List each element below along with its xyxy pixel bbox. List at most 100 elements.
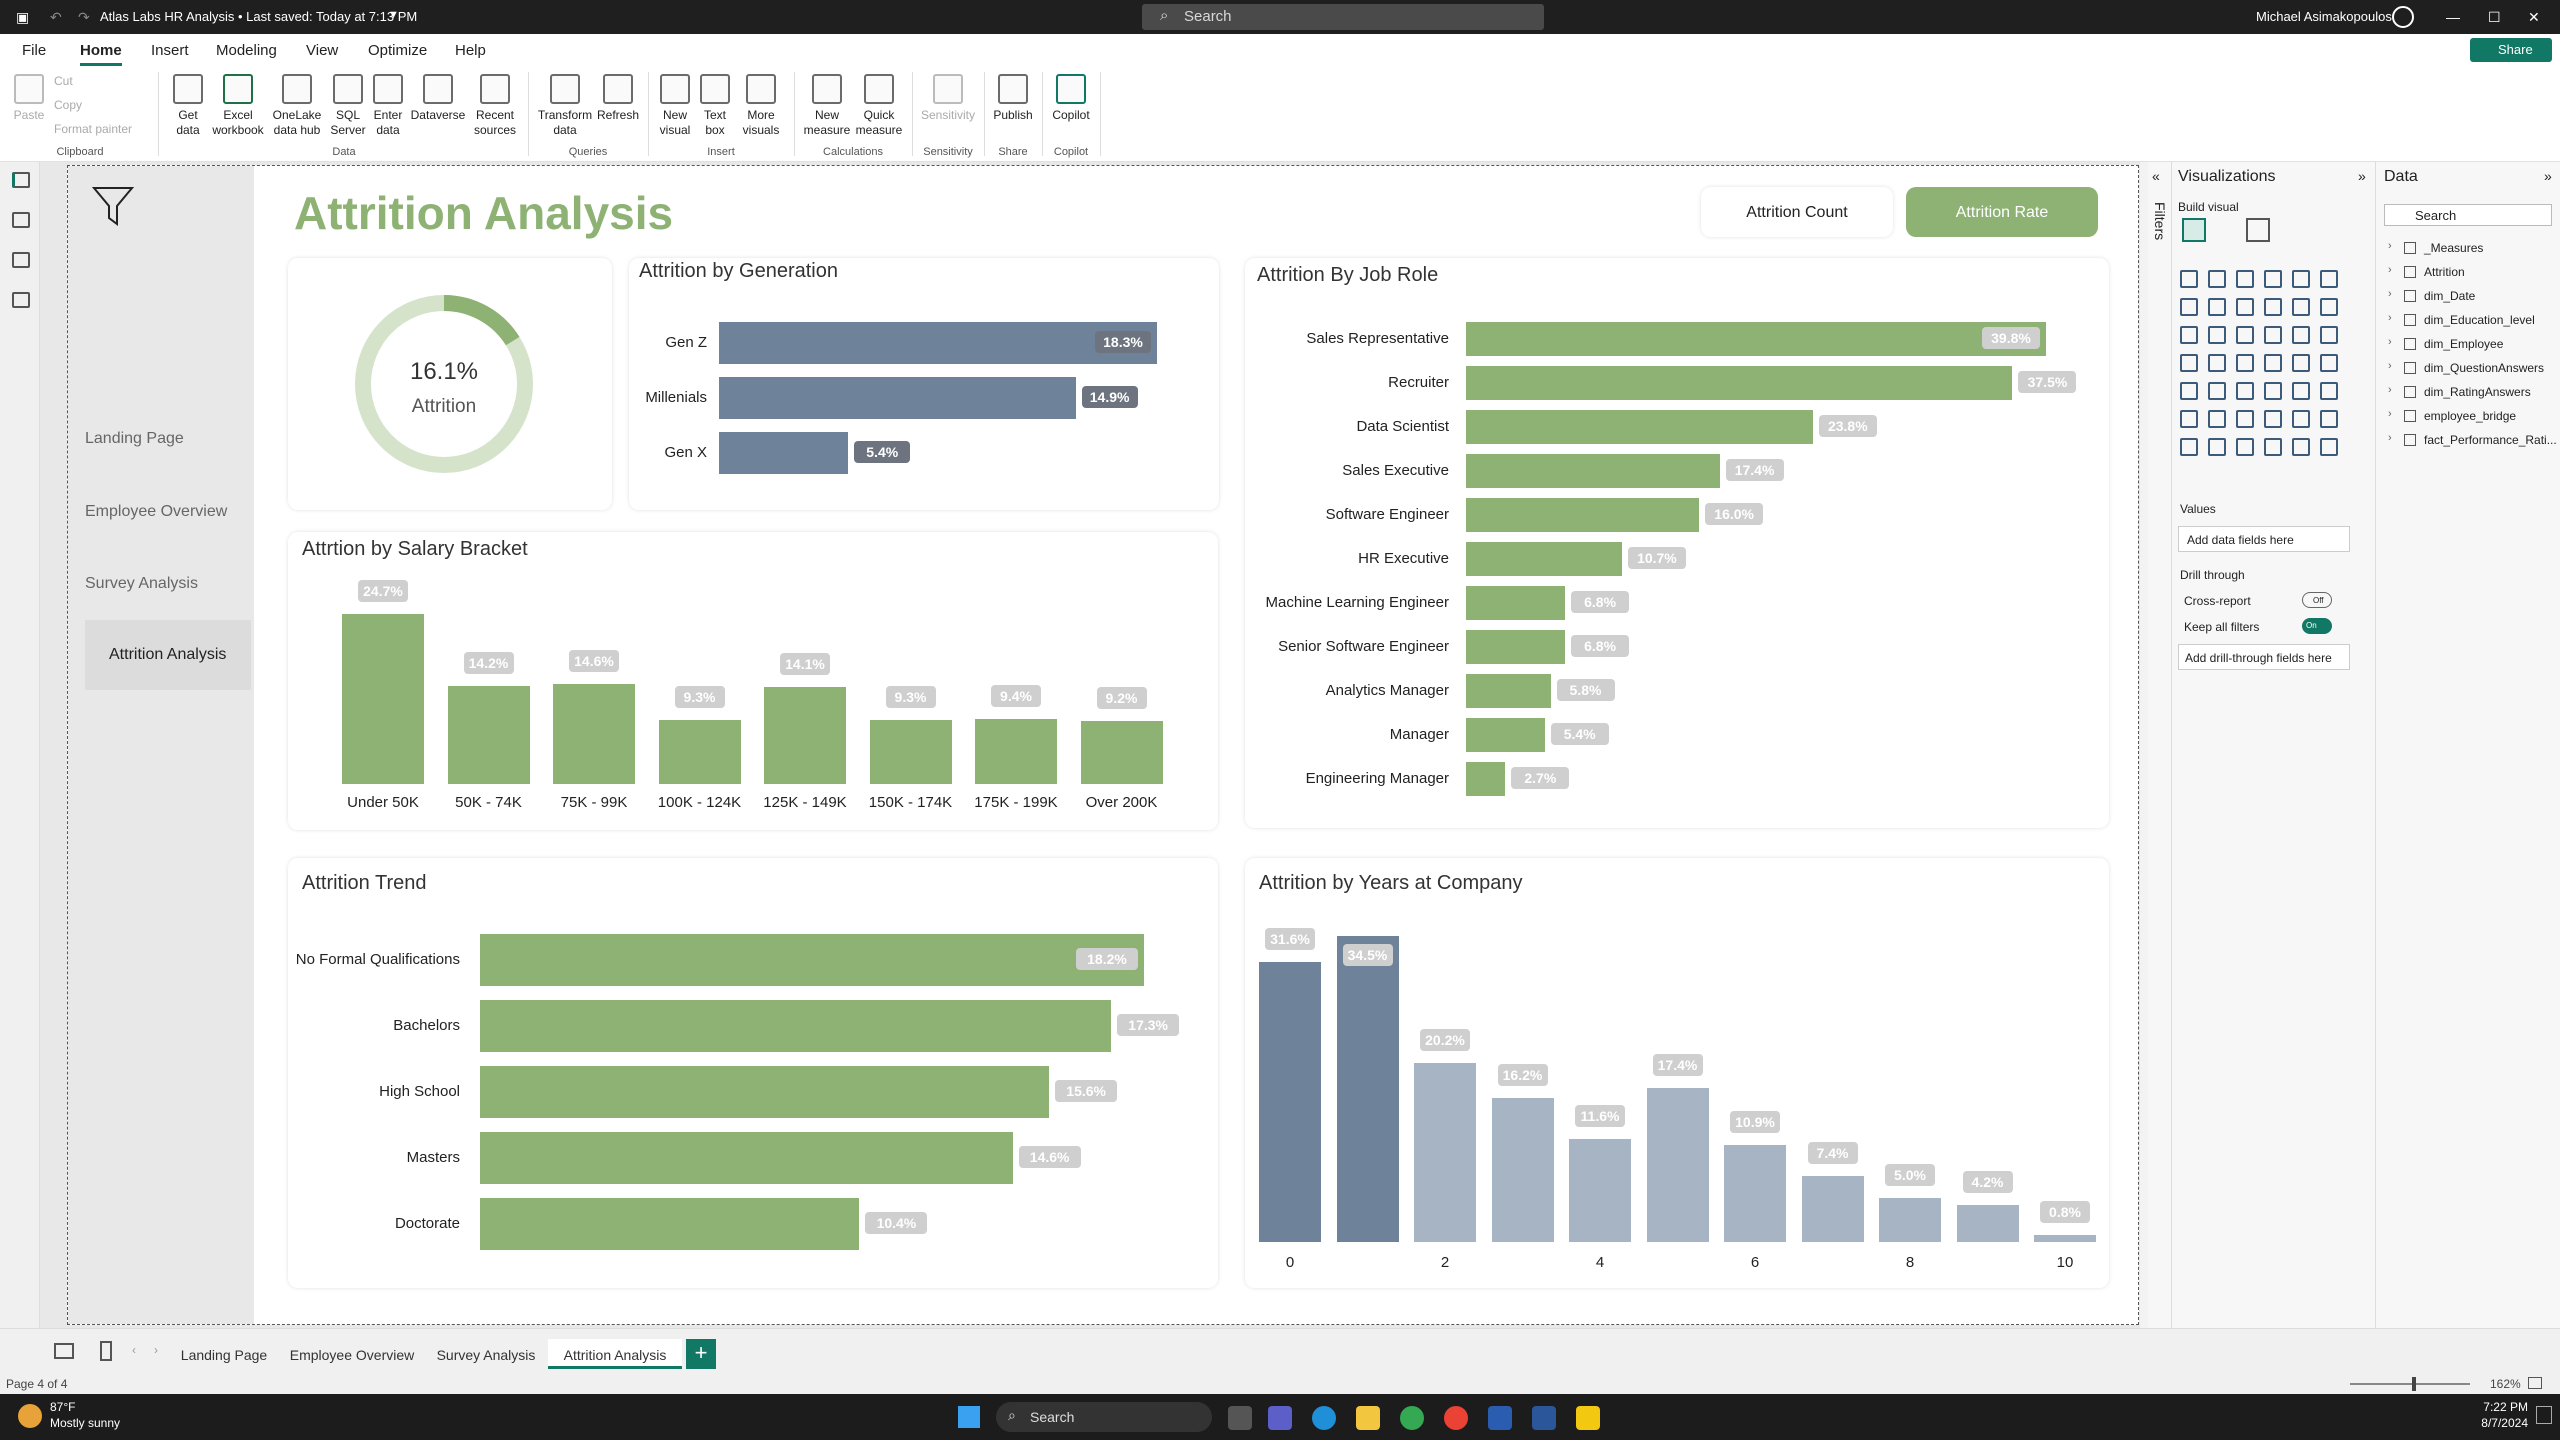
word-icon[interactable] — [1532, 1406, 1556, 1430]
menu-view[interactable]: View — [306, 42, 338, 59]
bar[interactable] — [1491, 1098, 1554, 1242]
visual-type-icon[interactable] — [2320, 382, 2338, 400]
bar[interactable] — [869, 719, 952, 784]
bar[interactable] — [1466, 498, 1700, 532]
collapse-viz-icon[interactable]: » — [2358, 168, 2366, 184]
mobile-layout-icon[interactable] — [100, 1341, 112, 1361]
copy-button[interactable]: Copy — [54, 98, 82, 112]
publish-button[interactable]: Publish — [990, 74, 1036, 123]
text-box-button[interactable]: Text box — [698, 74, 732, 138]
visual-type-icon[interactable] — [2236, 298, 2254, 316]
visual-type-icon[interactable] — [2320, 298, 2338, 316]
table-item[interactable]: › dim_RatingAnswers — [2384, 382, 2560, 404]
attrition-count-button[interactable]: Attrition Count — [1701, 187, 1893, 237]
visual-type-icon[interactable] — [2208, 326, 2226, 344]
bar[interactable] — [1646, 1087, 1709, 1242]
bar[interactable] — [480, 1132, 1013, 1184]
menu-file[interactable]: File — [22, 42, 46, 59]
nav-attrition-analysis[interactable]: Attrition Analysis — [85, 620, 251, 690]
tab-attrition-analysis[interactable]: Attrition Analysis — [548, 1339, 682, 1369]
visual-type-icon[interactable] — [2264, 298, 2282, 316]
paste-button[interactable]: Paste — [12, 74, 46, 123]
bar[interactable] — [719, 377, 1076, 419]
expand-filters-icon[interactable]: « — [2152, 168, 2160, 184]
visual-type-icon[interactable] — [2320, 438, 2338, 456]
visual-type-icon[interactable] — [2180, 438, 2198, 456]
enter-data-button[interactable]: Enter data — [370, 74, 406, 138]
table-item[interactable]: › dim_Date — [2384, 286, 2560, 308]
bar[interactable] — [1466, 674, 1551, 708]
chart-attrition-trend[interactable]: Attrition Trend No Formal Qualifications… — [288, 858, 1218, 1288]
bar[interactable] — [1801, 1176, 1864, 1242]
bar[interactable] — [1724, 1145, 1786, 1242]
onelake-button[interactable]: OneLake data hub — [268, 74, 326, 138]
taskbar-search[interactable]: ⌕ Search — [996, 1402, 1212, 1432]
teams-icon[interactable] — [1268, 1406, 1292, 1430]
close-icon[interactable]: ✕ — [2528, 9, 2540, 26]
visual-type-icon[interactable] — [2236, 270, 2254, 288]
excel-workbook-button[interactable]: Excel workbook — [212, 74, 264, 138]
maximize-icon[interactable]: ☐ — [2488, 9, 2501, 26]
bar[interactable] — [719, 432, 849, 474]
more-visuals-button[interactable]: More visuals — [736, 74, 786, 138]
filter-icon[interactable] — [91, 184, 135, 228]
tab-employee-overview[interactable]: Employee Overview — [286, 1339, 418, 1369]
visual-type-icon[interactable] — [2292, 298, 2310, 316]
bar[interactable] — [342, 614, 424, 784]
build-visual-icon[interactable] — [2182, 218, 2206, 242]
bar[interactable] — [1259, 961, 1321, 1242]
cut-button[interactable]: Cut — [54, 74, 73, 88]
task-view-icon[interactable] — [1228, 1406, 1252, 1430]
table-item[interactable]: › employee_bridge — [2384, 406, 2560, 428]
transform-data-button[interactable]: Transform data — [536, 74, 594, 138]
bar[interactable] — [764, 686, 846, 784]
bar[interactable] — [480, 1066, 1050, 1118]
recent-sources-button[interactable]: Recent sources — [470, 74, 520, 138]
visual-type-icon[interactable] — [2236, 354, 2254, 372]
sensitivity-button[interactable]: Sensitivity — [918, 74, 978, 123]
bar[interactable] — [1466, 322, 2046, 356]
bar[interactable] — [1466, 410, 1813, 444]
bar[interactable] — [1956, 1204, 2019, 1242]
cross-report-toggle[interactable]: Off — [2302, 592, 2332, 608]
visual-type-icon[interactable] — [2208, 410, 2226, 428]
visual-type-icon[interactable] — [2292, 382, 2310, 400]
edge-icon[interactable] — [1312, 1406, 1336, 1430]
model-view-icon[interactable] — [12, 252, 30, 268]
dax-query-icon[interactable] — [12, 292, 30, 308]
get-data-button[interactable]: Get data — [168, 74, 208, 138]
filters-pane-collapsed[interactable]: « Filters — [2148, 162, 2172, 1328]
search-input[interactable]: ⌕ Search — [1142, 4, 1544, 30]
visual-type-icon[interactable] — [2320, 326, 2338, 344]
minimize-icon[interactable]: — — [2446, 9, 2460, 25]
notifications-icon[interactable] — [2536, 1406, 2552, 1424]
chevron-down-icon[interactable]: ▼ — [388, 9, 399, 21]
nav-employee-overview[interactable]: Employee Overview — [85, 483, 251, 541]
bar[interactable] — [975, 719, 1057, 784]
table-view-icon[interactable] — [12, 212, 30, 228]
visual-type-icon[interactable] — [2180, 270, 2198, 288]
visual-type-icon[interactable] — [2180, 410, 2198, 428]
bar[interactable] — [1466, 718, 1545, 752]
bar[interactable] — [480, 1000, 1112, 1052]
format-visual-icon[interactable] — [2246, 218, 2270, 242]
visual-type-icon[interactable] — [2180, 382, 2198, 400]
visual-type-icon[interactable] — [2236, 438, 2254, 456]
visual-type-icon[interactable] — [2236, 382, 2254, 400]
desktop-layout-icon[interactable] — [54, 1343, 74, 1359]
visual-type-icon[interactable] — [2320, 354, 2338, 372]
bar[interactable] — [1466, 454, 1720, 488]
undo-icon[interactable]: ↶ — [50, 9, 62, 26]
attrition-rate-button[interactable]: Attrition Rate — [1906, 187, 2098, 237]
bar[interactable] — [1466, 762, 1506, 796]
visual-type-icon[interactable] — [2264, 438, 2282, 456]
powerbi-icon[interactable] — [1576, 1406, 1600, 1430]
zoom-thumb[interactable] — [2412, 1377, 2416, 1391]
redo-icon[interactable]: ↷ — [78, 9, 90, 26]
nav-survey-analysis[interactable]: Survey Analysis — [85, 555, 251, 613]
bar[interactable] — [658, 719, 741, 784]
visual-type-icon[interactable] — [2292, 354, 2310, 372]
keep-filters-toggle[interactable]: On — [2302, 618, 2332, 634]
chrome-profile-icon[interactable] — [1444, 1406, 1468, 1430]
zoom-slider[interactable] — [2350, 1383, 2470, 1385]
